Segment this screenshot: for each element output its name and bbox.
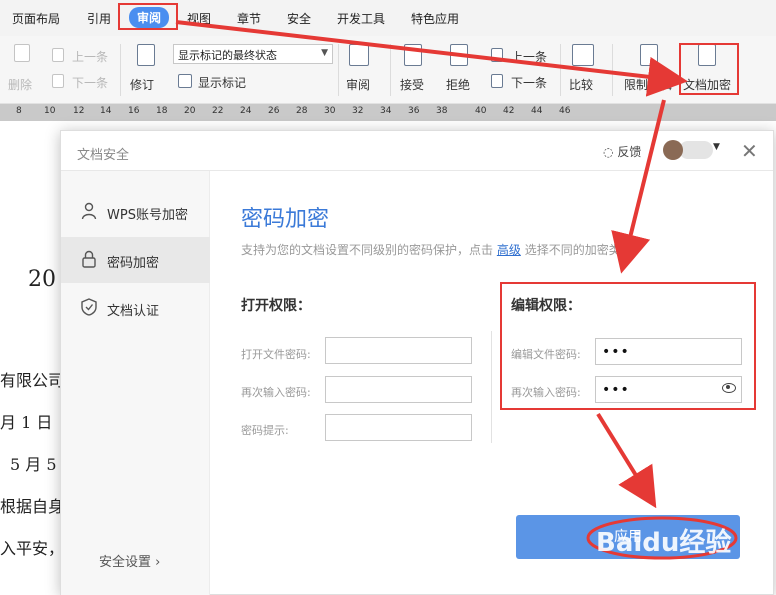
arrow-to-apply xyxy=(596,412,657,509)
arrow-to-edit-permission xyxy=(611,99,666,274)
watermark-url: jingyan.baidu.com xyxy=(598,560,700,573)
arrow-to-encrypt xyxy=(175,20,688,97)
watermark-logo: Baidu经验 xyxy=(596,528,732,558)
annotation-arrows xyxy=(175,20,738,560)
